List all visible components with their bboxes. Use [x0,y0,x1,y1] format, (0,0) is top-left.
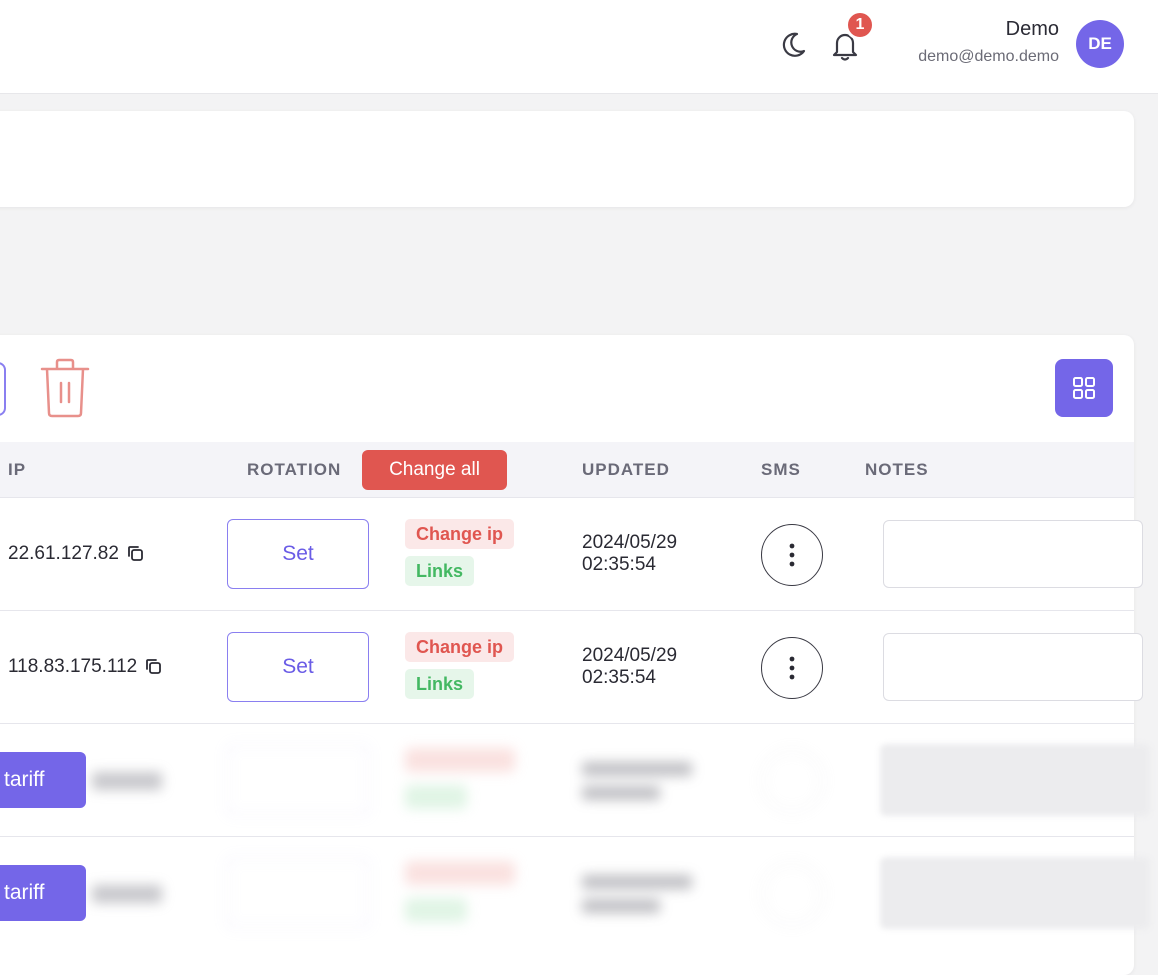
change-ip-link[interactable]: Change ip [405,632,515,662]
column-updated: UPDATED [582,460,670,479]
column-notes: NOTES [865,460,929,479]
trash-icon[interactable] [38,356,92,420]
updated-date: 2024/05/29 [582,645,678,666]
links-link[interactable]: Links [405,669,475,699]
table-header [0,442,1134,498]
sms-menu-button[interactable] [761,524,823,586]
ip-value: 22.61.127.82 [8,543,119,564]
links-link[interactable]: Links [405,556,475,586]
moon-icon[interactable] [778,30,808,60]
column-sms: SMS [761,460,801,479]
user-email: demo@demo.demo [918,48,1059,65]
updated-time: 02:35:54 [582,667,656,688]
table-row-ip: 22.61.127.82 [8,543,145,565]
notes-input[interactable] [883,633,1143,701]
row-divider [0,610,1134,611]
notes-input[interactable] [883,520,1143,588]
column-ip: IP [8,460,27,479]
row-divider [0,723,1134,724]
avatar[interactable]: DE [1076,20,1124,68]
updated-timestamp: 2024/05/29 02:35:54 [582,532,677,576]
buy-tariff-button[interactable]: tariff [0,752,86,808]
change-ip-link[interactable]: Change ip [405,519,515,549]
notification-badge: 1 [845,10,875,40]
updated-date: 2024/05/29 [582,532,678,553]
ip-value: 118.83.175.112 [8,656,138,677]
more-vertical-icon [789,656,795,680]
grid-view-button[interactable] [1055,359,1113,417]
table-row-ip: 118.83.175.112 [8,656,163,678]
copy-icon[interactable] [145,658,163,676]
row-divider [0,836,1134,837]
more-vertical-icon [789,543,795,567]
updated-time: 02:35:54 [582,554,656,575]
sms-menu-button[interactable] [761,637,823,699]
column-rotation: ROTATION [247,460,342,479]
top-bar [0,0,1158,94]
copy-icon[interactable] [127,545,145,563]
buy-tariff-button[interactable]: tariff [0,865,86,921]
set-rotation-button[interactable]: Set [227,519,369,589]
set-rotation-button[interactable]: Set [227,632,369,702]
locked-notes-placeholder [880,744,1150,816]
locked-notes-placeholder [880,857,1150,929]
filter-panel [0,111,1134,207]
user-name[interactable]: Demo [1006,18,1059,41]
change-all-button[interactable]: Change all [362,450,507,490]
grid-icon [1073,377,1095,399]
updated-timestamp: 2024/05/29 02:35:54 [582,645,677,689]
toolbar-action-button[interactable] [0,362,6,416]
